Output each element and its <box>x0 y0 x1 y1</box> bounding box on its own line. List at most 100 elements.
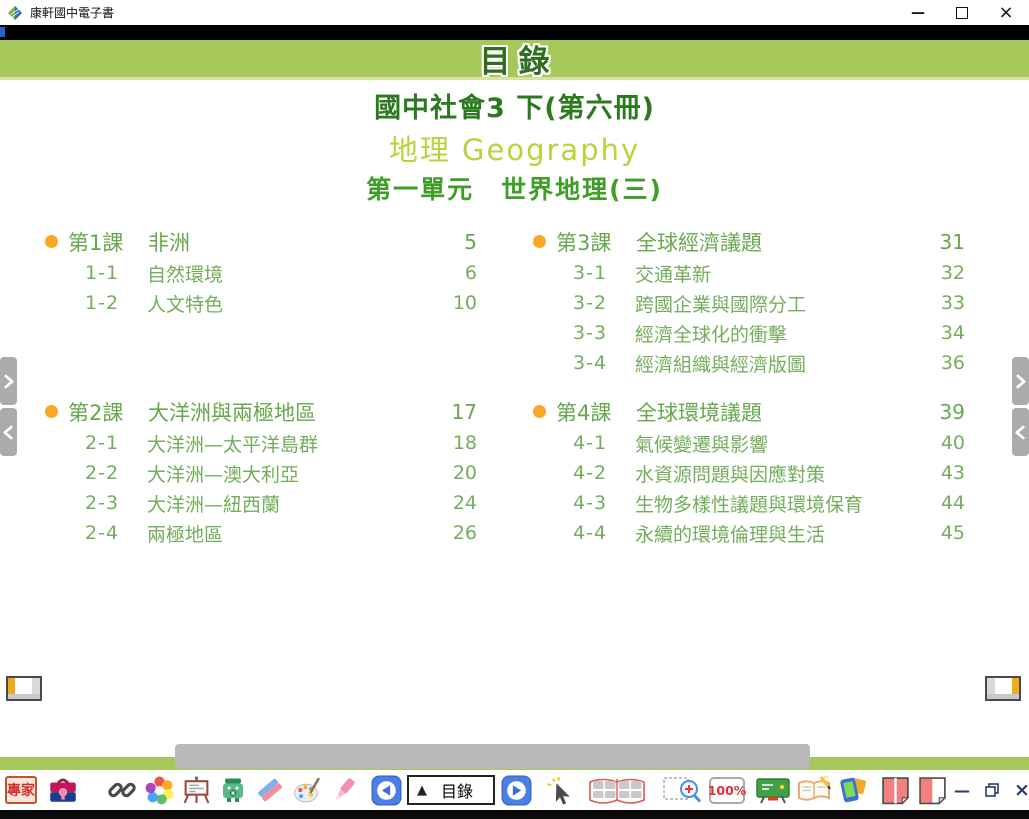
toc-section-row[interactable]: 2-3 大洋洲—紐西蘭 24 <box>45 488 477 518</box>
section-title: 大洋洲—紐西蘭 <box>147 490 280 517</box>
page-view-single-icon[interactable] <box>916 774 948 806</box>
chapter-number: 第4課 <box>556 397 620 427</box>
chapter-page: 17 <box>452 400 477 424</box>
section-number: 4-4 <box>573 522 621 544</box>
section-number: 1-1 <box>85 262 133 284</box>
zoom-level-box[interactable]: 100% <box>709 777 745 804</box>
section-title: 永續的環境倫理與生活 <box>635 520 825 547</box>
section-page: 18 <box>453 432 477 454</box>
toolbar-minimize-icon[interactable]: — <box>953 781 971 800</box>
side-nav-left <box>0 357 17 456</box>
section-title: 跨國企業與國際分工 <box>635 290 806 317</box>
section-title: 交通革新 <box>635 260 711 287</box>
notebook-pencil-icon[interactable] <box>796 774 832 806</box>
toc-section-row[interactable]: 2-2 大洋洲—澳大利亞 20 <box>45 458 477 488</box>
zoom-magnifier-icon[interactable] <box>662 774 704 806</box>
chevron-right-icon[interactable] <box>1012 357 1029 405</box>
toc-chapter-4: 第4課 全球環境議題 39 4-1 氣候變遷與影響 40 4-2 水資源問題與因… <box>533 395 965 565</box>
toc-section-row[interactable]: 4-2 水資源問題與因應對策 43 <box>533 458 965 488</box>
chevron-right-icon[interactable] <box>0 357 17 405</box>
bullet-icon <box>45 235 58 248</box>
section-page: 45 <box>941 522 965 544</box>
page-corner-left-icon[interactable] <box>6 676 42 701</box>
cursor-sparkle-icon[interactable] <box>544 774 576 806</box>
section-page: 24 <box>453 492 477 514</box>
toc-column-left: 第1課 非洲 5 1-1 自然環境 6 1-2 人文特色 10 <box>45 225 477 565</box>
toc-section-row[interactable]: 3-1 交通革新 32 <box>533 258 965 288</box>
chapter-title: 全球經濟議題 <box>636 227 762 257</box>
section-title: 兩極地區 <box>147 520 223 547</box>
section-title: 氣候變遷與影響 <box>635 430 768 457</box>
open-book-icon[interactable] <box>586 774 648 806</box>
header-divider <box>0 77 1029 80</box>
book-title: 國中社會3 下(第六冊) <box>0 86 1029 125</box>
horizontal-scrollbar-thumb[interactable] <box>175 744 810 769</box>
app-window: 康軒國中電子書 — × 目錄 國中社會3 下(第六冊) 地理 Geography… <box>0 0 1029 819</box>
page-corner-right-icon[interactable] <box>985 676 1021 701</box>
chapter-number: 第1課 <box>68 227 132 257</box>
toc-section-row[interactable]: 1-1 自然環境 6 <box>45 258 477 288</box>
section-number: 3-2 <box>573 292 621 314</box>
section-title: 生物多樣性議題與環境保育 <box>635 490 863 517</box>
toolbar-restore-icon[interactable] <box>982 782 1002 798</box>
toolbar-close-icon[interactable]: × <box>1013 779 1029 801</box>
chapter-title: 大洋洲與兩極地區 <box>148 397 316 427</box>
toc-section-row[interactable]: 3-4 經濟組織與經濟版圖 36 <box>533 348 965 378</box>
app-icon <box>7 5 23 21</box>
toc-chapter-row[interactable]: 第4課 全球環境議題 39 <box>533 395 965 428</box>
toc-section-row[interactable]: 4-3 生物多樣性議題與環境保育 44 <box>533 488 965 518</box>
window-controls: — × <box>911 6 1029 20</box>
next-page-button[interactable] <box>500 774 532 806</box>
toc: 第1課 非洲 5 1-1 自然環境 6 1-2 人文特色 10 <box>45 225 965 565</box>
toc-section-row[interactable]: 2-4 兩極地區 26 <box>45 518 477 548</box>
section-number: 4-1 <box>573 432 621 454</box>
section-page: 33 <box>941 292 965 314</box>
link-icon[interactable] <box>106 774 138 806</box>
section-number: 2-3 <box>85 492 133 514</box>
section-number: 3-3 <box>573 322 621 344</box>
section-number: 1-2 <box>85 292 133 314</box>
section-page: 6 <box>465 262 477 284</box>
section-title: 水資源問題與因應對策 <box>635 460 825 487</box>
bullet-icon <box>45 405 58 418</box>
easel-icon[interactable] <box>180 774 212 806</box>
toc-section-row[interactable]: 3-3 經濟全球化的衝擊 34 <box>533 318 965 348</box>
maximize-button[interactable] <box>955 6 969 20</box>
section-page: 40 <box>941 432 965 454</box>
minimize-button[interactable]: — <box>911 6 925 20</box>
section-number: 4-2 <box>573 462 621 484</box>
chalkboard-icon[interactable] <box>755 774 791 806</box>
toc-chapter-row[interactable]: 第3課 全球經濟議題 31 <box>533 225 965 258</box>
section-title: 大洋洲—太平洋島群 <box>147 430 318 457</box>
chevron-left-icon[interactable] <box>1012 408 1029 456</box>
toc-section-row[interactable]: 2-1 大洋洲—太平洋島群 18 <box>45 428 477 458</box>
section-number: 2-1 <box>85 432 133 454</box>
toc-section-row[interactable]: 1-2 人文特色 10 <box>45 288 477 318</box>
section-page: 43 <box>941 462 965 484</box>
palette-icon[interactable] <box>291 774 323 806</box>
chapter-number: 第2課 <box>68 397 132 427</box>
flower-pinwheel-icon[interactable] <box>143 774 175 806</box>
toolbar: 專家 <box>0 770 1029 810</box>
marker-icon[interactable] <box>328 774 360 806</box>
section-page: 36 <box>941 352 965 374</box>
robot-trash-icon[interactable] <box>217 774 249 806</box>
toolbox-icon[interactable] <box>47 774 79 806</box>
chevron-left-icon[interactable] <box>0 408 17 456</box>
chapter-page: 39 <box>940 400 965 424</box>
section-number: 2-4 <box>85 522 133 544</box>
toc-chapter-row[interactable]: 第1課 非洲 5 <box>45 225 477 258</box>
side-nav-right <box>1012 357 1029 456</box>
page-view-double-icon[interactable] <box>879 774 911 806</box>
toc-section-row[interactable]: 4-4 永續的環境倫理與生活 45 <box>533 518 965 548</box>
page-label: 目錄 <box>427 778 487 802</box>
phone-icon[interactable] <box>837 774 869 806</box>
expert-button-left[interactable]: 專家 <box>5 776 37 804</box>
toc-section-row[interactable]: 3-2 跨國企業與國際分工 33 <box>533 288 965 318</box>
eraser-icon[interactable] <box>254 774 286 806</box>
prev-page-button[interactable] <box>370 774 402 806</box>
page-label-box[interactable]: ▲ 目錄 <box>407 775 495 805</box>
toc-chapter-row[interactable]: 第2課 大洋洲與兩極地區 17 <box>45 395 477 428</box>
toc-section-row[interactable]: 4-1 氣候變遷與影響 40 <box>533 428 965 458</box>
close-button[interactable]: × <box>999 6 1013 20</box>
